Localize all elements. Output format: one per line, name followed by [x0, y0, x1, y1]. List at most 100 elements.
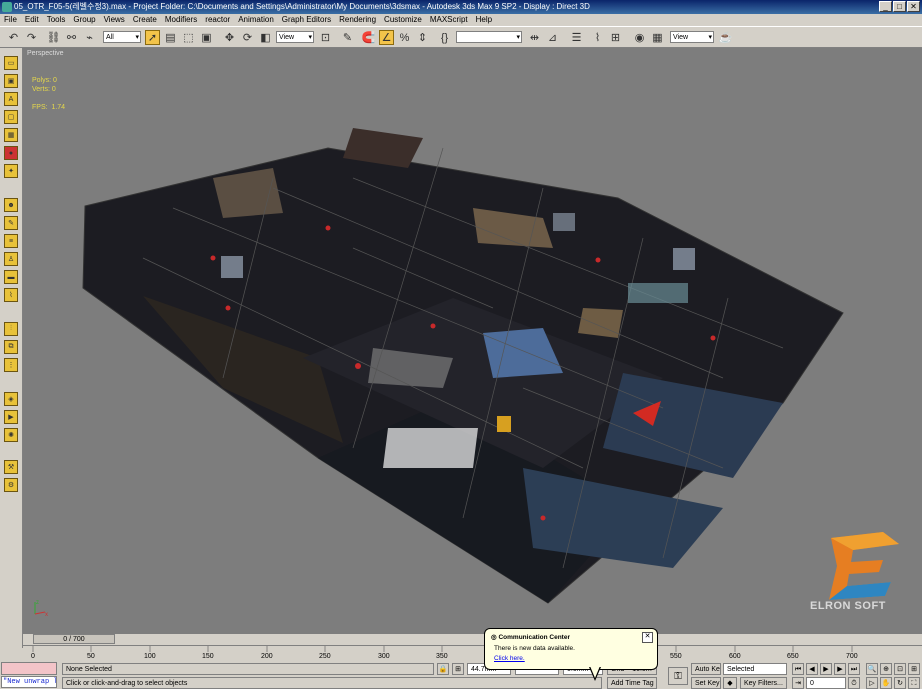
- auto-key-button[interactable]: Auto Key: [691, 663, 721, 675]
- ruler-icon[interactable]: ▬: [4, 270, 18, 284]
- text-tool-icon[interactable]: A: [4, 92, 18, 106]
- app-icon[interactable]: [2, 2, 12, 12]
- quick-render-icon[interactable]: ☕: [718, 30, 733, 45]
- viewport-icon[interactable]: ▢: [4, 110, 18, 124]
- menu-rendering[interactable]: Rendering: [339, 14, 376, 26]
- add-time-tag-button[interactable]: Add Time Tag: [607, 677, 657, 689]
- zoom-icon[interactable]: 🔍: [866, 663, 878, 675]
- tools-icon[interactable]: ⚒: [4, 460, 18, 474]
- mirror-icon[interactable]: ⇹: [527, 30, 542, 45]
- constraint-icon[interactable]: ⋮: [4, 358, 18, 372]
- track-bar[interactable]: 0 50 100 150 200 250 300 350 400 450 500…: [23, 645, 922, 662]
- select-link-icon[interactable]: ⛓: [46, 30, 61, 45]
- menu-create[interactable]: Create: [133, 14, 157, 26]
- absolute-mode-icon[interactable]: ⊞: [452, 663, 464, 675]
- brush-icon[interactable]: ⌇: [4, 288, 18, 302]
- open-file-icon[interactable]: ▭: [4, 56, 18, 70]
- menu-animation[interactable]: Animation: [238, 14, 274, 26]
- undo-icon[interactable]: ↶: [6, 30, 21, 45]
- light-icon[interactable]: ✦: [4, 164, 18, 178]
- select-manipulate-icon[interactable]: ✎: [340, 30, 355, 45]
- link-icon[interactable]: ⧉: [4, 340, 18, 354]
- render-icon[interactable]: ◈: [4, 392, 18, 406]
- play-icon[interactable]: ▶: [820, 663, 832, 675]
- preview-icon[interactable]: ▶: [4, 410, 18, 424]
- key-mode-toggle-icon[interactable]: ⇥: [792, 677, 804, 689]
- select-object-icon[interactable]: ➚: [145, 30, 160, 45]
- next-frame-icon[interactable]: ▶: [834, 663, 846, 675]
- pivot-center-icon[interactable]: ⊡: [318, 30, 333, 45]
- go-to-start-icon[interactable]: ⏮: [792, 663, 804, 675]
- menu-group[interactable]: Group: [73, 14, 95, 26]
- perspective-viewport[interactable]: Perspective Polys: 0 Verts: 0 FPS: 1.74 …: [23, 48, 922, 634]
- rotate-icon[interactable]: ⟳: [240, 30, 255, 45]
- time-slider[interactable]: 0 / 700: [33, 634, 115, 644]
- popup-close-icon[interactable]: ✕: [642, 632, 653, 643]
- menu-help[interactable]: Help: [476, 14, 492, 26]
- redo-icon[interactable]: ↷: [24, 30, 39, 45]
- menu-maxscript[interactable]: MAXScript: [430, 14, 468, 26]
- zoom-extents-all-icon[interactable]: ⊞: [908, 663, 920, 675]
- key-filters-button[interactable]: Key Filters...: [740, 677, 787, 689]
- menu-graph-editors[interactable]: Graph Editors: [282, 14, 331, 26]
- rectangular-selection-icon[interactable]: ⬚: [181, 30, 196, 45]
- render-scene-icon[interactable]: ▦: [650, 30, 665, 45]
- maximize-viewport-icon[interactable]: ⛶: [908, 677, 920, 689]
- menu-edit[interactable]: Edit: [25, 14, 39, 26]
- select-by-name-icon[interactable]: ▤: [163, 30, 178, 45]
- reference-coordinate-dropdown[interactable]: View: [276, 31, 314, 43]
- move-icon[interactable]: ✥: [222, 30, 237, 45]
- primitive-icon[interactable]: ●: [4, 146, 18, 160]
- effects-icon[interactable]: ✺: [4, 428, 18, 442]
- character-icon[interactable]: ☻: [4, 198, 18, 212]
- viewport-label[interactable]: Perspective: [27, 50, 64, 57]
- pencil-icon[interactable]: ✎: [4, 216, 18, 230]
- zoom-all-icon[interactable]: ⊕: [880, 663, 892, 675]
- field-of-view-icon[interactable]: ▷: [866, 677, 878, 689]
- grid-icon[interactable]: ▦: [4, 128, 18, 142]
- bones-icon[interactable]: ≡: [4, 234, 18, 248]
- pan-icon[interactable]: ✋: [880, 677, 892, 689]
- maxscript-output[interactable]: "New unwrap l: [1, 676, 57, 688]
- snap-toggle-icon[interactable]: 🧲: [361, 30, 376, 45]
- popup-link[interactable]: Click here.: [494, 655, 525, 662]
- spinner-snap-icon[interactable]: ⇕: [415, 30, 430, 45]
- close-button[interactable]: ✕: [907, 1, 920, 12]
- selection-filter-dropdown[interactable]: All: [103, 31, 141, 43]
- arc-rotate-icon[interactable]: ↻: [894, 677, 906, 689]
- figure-icon[interactable]: ♙: [4, 252, 18, 266]
- window-crossing-icon[interactable]: ▣: [199, 30, 214, 45]
- lock-icon[interactable]: 🔒: [437, 663, 449, 675]
- edit-named-selection-icon[interactable]: {}: [437, 30, 452, 45]
- key-icon[interactable]: ⚿: [668, 667, 688, 685]
- previous-frame-icon[interactable]: ◀: [806, 663, 818, 675]
- render-type-dropdown[interactable]: View: [670, 31, 714, 43]
- scale-icon[interactable]: ◧: [258, 30, 273, 45]
- material-editor-icon[interactable]: ◉: [632, 30, 647, 45]
- time-configuration-icon[interactable]: ⏱: [848, 677, 860, 689]
- menu-reactor[interactable]: reactor: [205, 14, 230, 26]
- hierarchy-icon[interactable]: ⫶: [4, 322, 18, 336]
- menu-views[interactable]: Views: [104, 14, 125, 26]
- angle-snap-icon[interactable]: ∠: [379, 30, 394, 45]
- save-icon[interactable]: ▣: [4, 74, 18, 88]
- go-to-end-icon[interactable]: ⏭: [848, 663, 860, 675]
- named-selection-dropdown[interactable]: [456, 31, 522, 43]
- bind-space-warp-icon[interactable]: ⌁: [82, 30, 97, 45]
- maxscript-listener-mini[interactable]: [1, 662, 57, 675]
- set-key-button[interactable]: Set Key: [691, 677, 721, 689]
- current-frame-field[interactable]: 0: [806, 677, 846, 689]
- unlink-icon[interactable]: ⚯: [64, 30, 79, 45]
- schematic-view-icon[interactable]: ⊞: [608, 30, 623, 45]
- curve-editor-icon[interactable]: ⌇: [590, 30, 605, 45]
- percent-snap-icon[interactable]: %: [397, 30, 412, 45]
- maximize-button[interactable]: □: [893, 1, 906, 12]
- layer-manager-icon[interactable]: ☰: [569, 30, 584, 45]
- settings-icon[interactable]: ⚙: [4, 478, 18, 492]
- align-icon[interactable]: ⊿: [545, 30, 560, 45]
- key-filter-icon[interactable]: ◆: [723, 677, 737, 689]
- menu-file[interactable]: File: [4, 14, 17, 26]
- key-mode-dropdown[interactable]: Selected: [723, 663, 787, 675]
- menu-tools[interactable]: Tools: [47, 14, 66, 26]
- menu-modifiers[interactable]: Modifiers: [165, 14, 197, 26]
